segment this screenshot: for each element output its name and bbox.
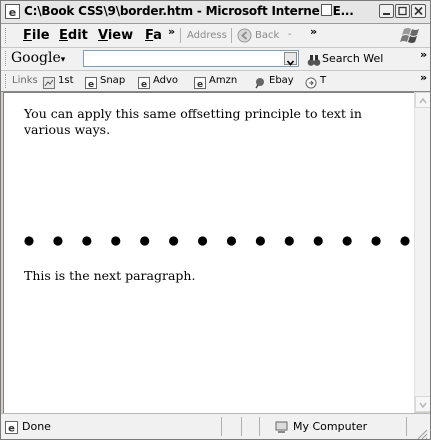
link-1st[interactable]: 1st — [58, 75, 74, 86]
browser-window: e C:\Book CSS\9\border.htm - Microsoft I… — [0, 0, 431, 440]
svg-text:e: e — [9, 6, 16, 19]
border-dot — [169, 236, 179, 246]
border-dot — [255, 236, 265, 246]
paragraph-offset-text: You can apply this same offsetting princ… — [24, 106, 362, 137]
close-button[interactable] — [411, 4, 426, 18]
binoculars-icon[interactable] — [307, 52, 321, 66]
ie-status-icon: e — [5, 419, 18, 435]
ie-link-icon: e — [138, 74, 150, 90]
paragraph-next: This is the next paragraph. — [24, 268, 196, 283]
bookmark-page-icon — [43, 74, 55, 89]
links-bar: Links 1st e Snap e Advo e Amzn Ebay T » — [1, 71, 430, 92]
toolbar-grip[interactable] — [5, 28, 9, 43]
window-title: C:\Book CSS\9\border.htm - Microsoft Int… — [24, 4, 354, 18]
status-bar: e Done My Computer — [1, 413, 430, 439]
svg-text:e: e — [8, 424, 15, 435]
search-web-button[interactable]: Search Wel — [322, 52, 383, 65]
border-dot — [371, 236, 381, 246]
link-snap[interactable]: Snap — [100, 75, 125, 86]
toolbar-grip[interactable] — [5, 74, 9, 88]
link-amzn[interactable]: Amzn — [209, 75, 237, 86]
menu-file[interactable]: File — [23, 28, 50, 43]
address-label[interactable]: Address — [187, 30, 227, 41]
border-dot — [284, 236, 294, 246]
svg-text:e: e — [141, 80, 147, 89]
border-dot — [342, 236, 352, 246]
links-chevron[interactable]: » — [420, 71, 427, 84]
back-arrow-icon[interactable] — [237, 28, 252, 43]
border-dot — [226, 236, 237, 246]
ie-link-icon: e — [85, 74, 97, 90]
back-button-label[interactable]: Back — [255, 30, 279, 41]
search-dropdown-button[interactable] — [284, 52, 297, 66]
security-zone-label: My Computer — [293, 420, 368, 433]
minimize-button[interactable] — [379, 4, 394, 18]
border-dot — [400, 236, 410, 246]
ie-page-icon[interactable]: e — [5, 4, 20, 19]
menu-favorites[interactable]: Fa — [145, 28, 162, 43]
link-advo[interactable]: Advo — [153, 75, 178, 86]
toolbar-chevron[interactable]: » — [310, 25, 317, 38]
toolbar-separator — [180, 28, 181, 43]
link-ebay[interactable]: Ebay — [269, 75, 294, 86]
title-bar[interactable]: e C:\Book CSS\9\border.htm - Microsoft I… — [1, 1, 430, 24]
links-label[interactable]: Links — [12, 75, 38, 86]
back-dropdown[interactable]: - — [288, 29, 292, 40]
google-search-input[interactable] — [83, 50, 299, 67]
link-t[interactable]: T — [320, 75, 326, 86]
dotted-border-row — [24, 236, 410, 246]
border-dot — [53, 236, 63, 246]
page-content: You can apply this same offsetting princ… — [3, 92, 414, 413]
menu-edit[interactable]: Edit — [59, 28, 88, 43]
google-toolbar: Google▾ Search Wel » — [1, 48, 430, 71]
border-dot — [111, 236, 121, 246]
svg-text:e: e — [197, 80, 203, 89]
menu-view[interactable]: View — [98, 28, 133, 43]
border-dot — [140, 236, 150, 246]
status-text: Done — [22, 420, 51, 433]
title-mini-icon — [320, 4, 332, 16]
border-dot — [313, 236, 323, 246]
status-separator — [406, 417, 407, 436]
toolbar-grip[interactable] — [5, 51, 9, 66]
ie-link-icon: e — [194, 74, 206, 90]
scroll-up-button[interactable] — [415, 92, 430, 108]
border-dot — [197, 236, 208, 246]
scroll-down-button[interactable] — [415, 396, 430, 412]
my-computer-icon — [275, 419, 289, 433]
resize-grip-icon[interactable] — [416, 425, 428, 439]
menu-chevron[interactable]: » — [168, 25, 175, 38]
status-separator — [241, 417, 242, 436]
maximize-button[interactable] — [395, 4, 410, 18]
vertical-scrollbar[interactable] — [414, 92, 430, 412]
border-dot — [24, 236, 34, 246]
toolbar-separator — [231, 28, 232, 43]
arrow-circle-icon — [305, 74, 317, 89]
ebay-icon — [255, 74, 267, 89]
status-separator — [221, 417, 222, 436]
status-separator — [259, 417, 260, 436]
menu-bar: File Edit View Fa » Address Back - » — [1, 24, 430, 48]
google-toolbar-chevron[interactable]: » — [420, 48, 427, 61]
google-menu-button[interactable]: Google▾ — [11, 50, 65, 66]
border-dot — [82, 236, 92, 246]
windows-logo-icon — [399, 26, 423, 45]
svg-text:e: e — [88, 80, 94, 89]
